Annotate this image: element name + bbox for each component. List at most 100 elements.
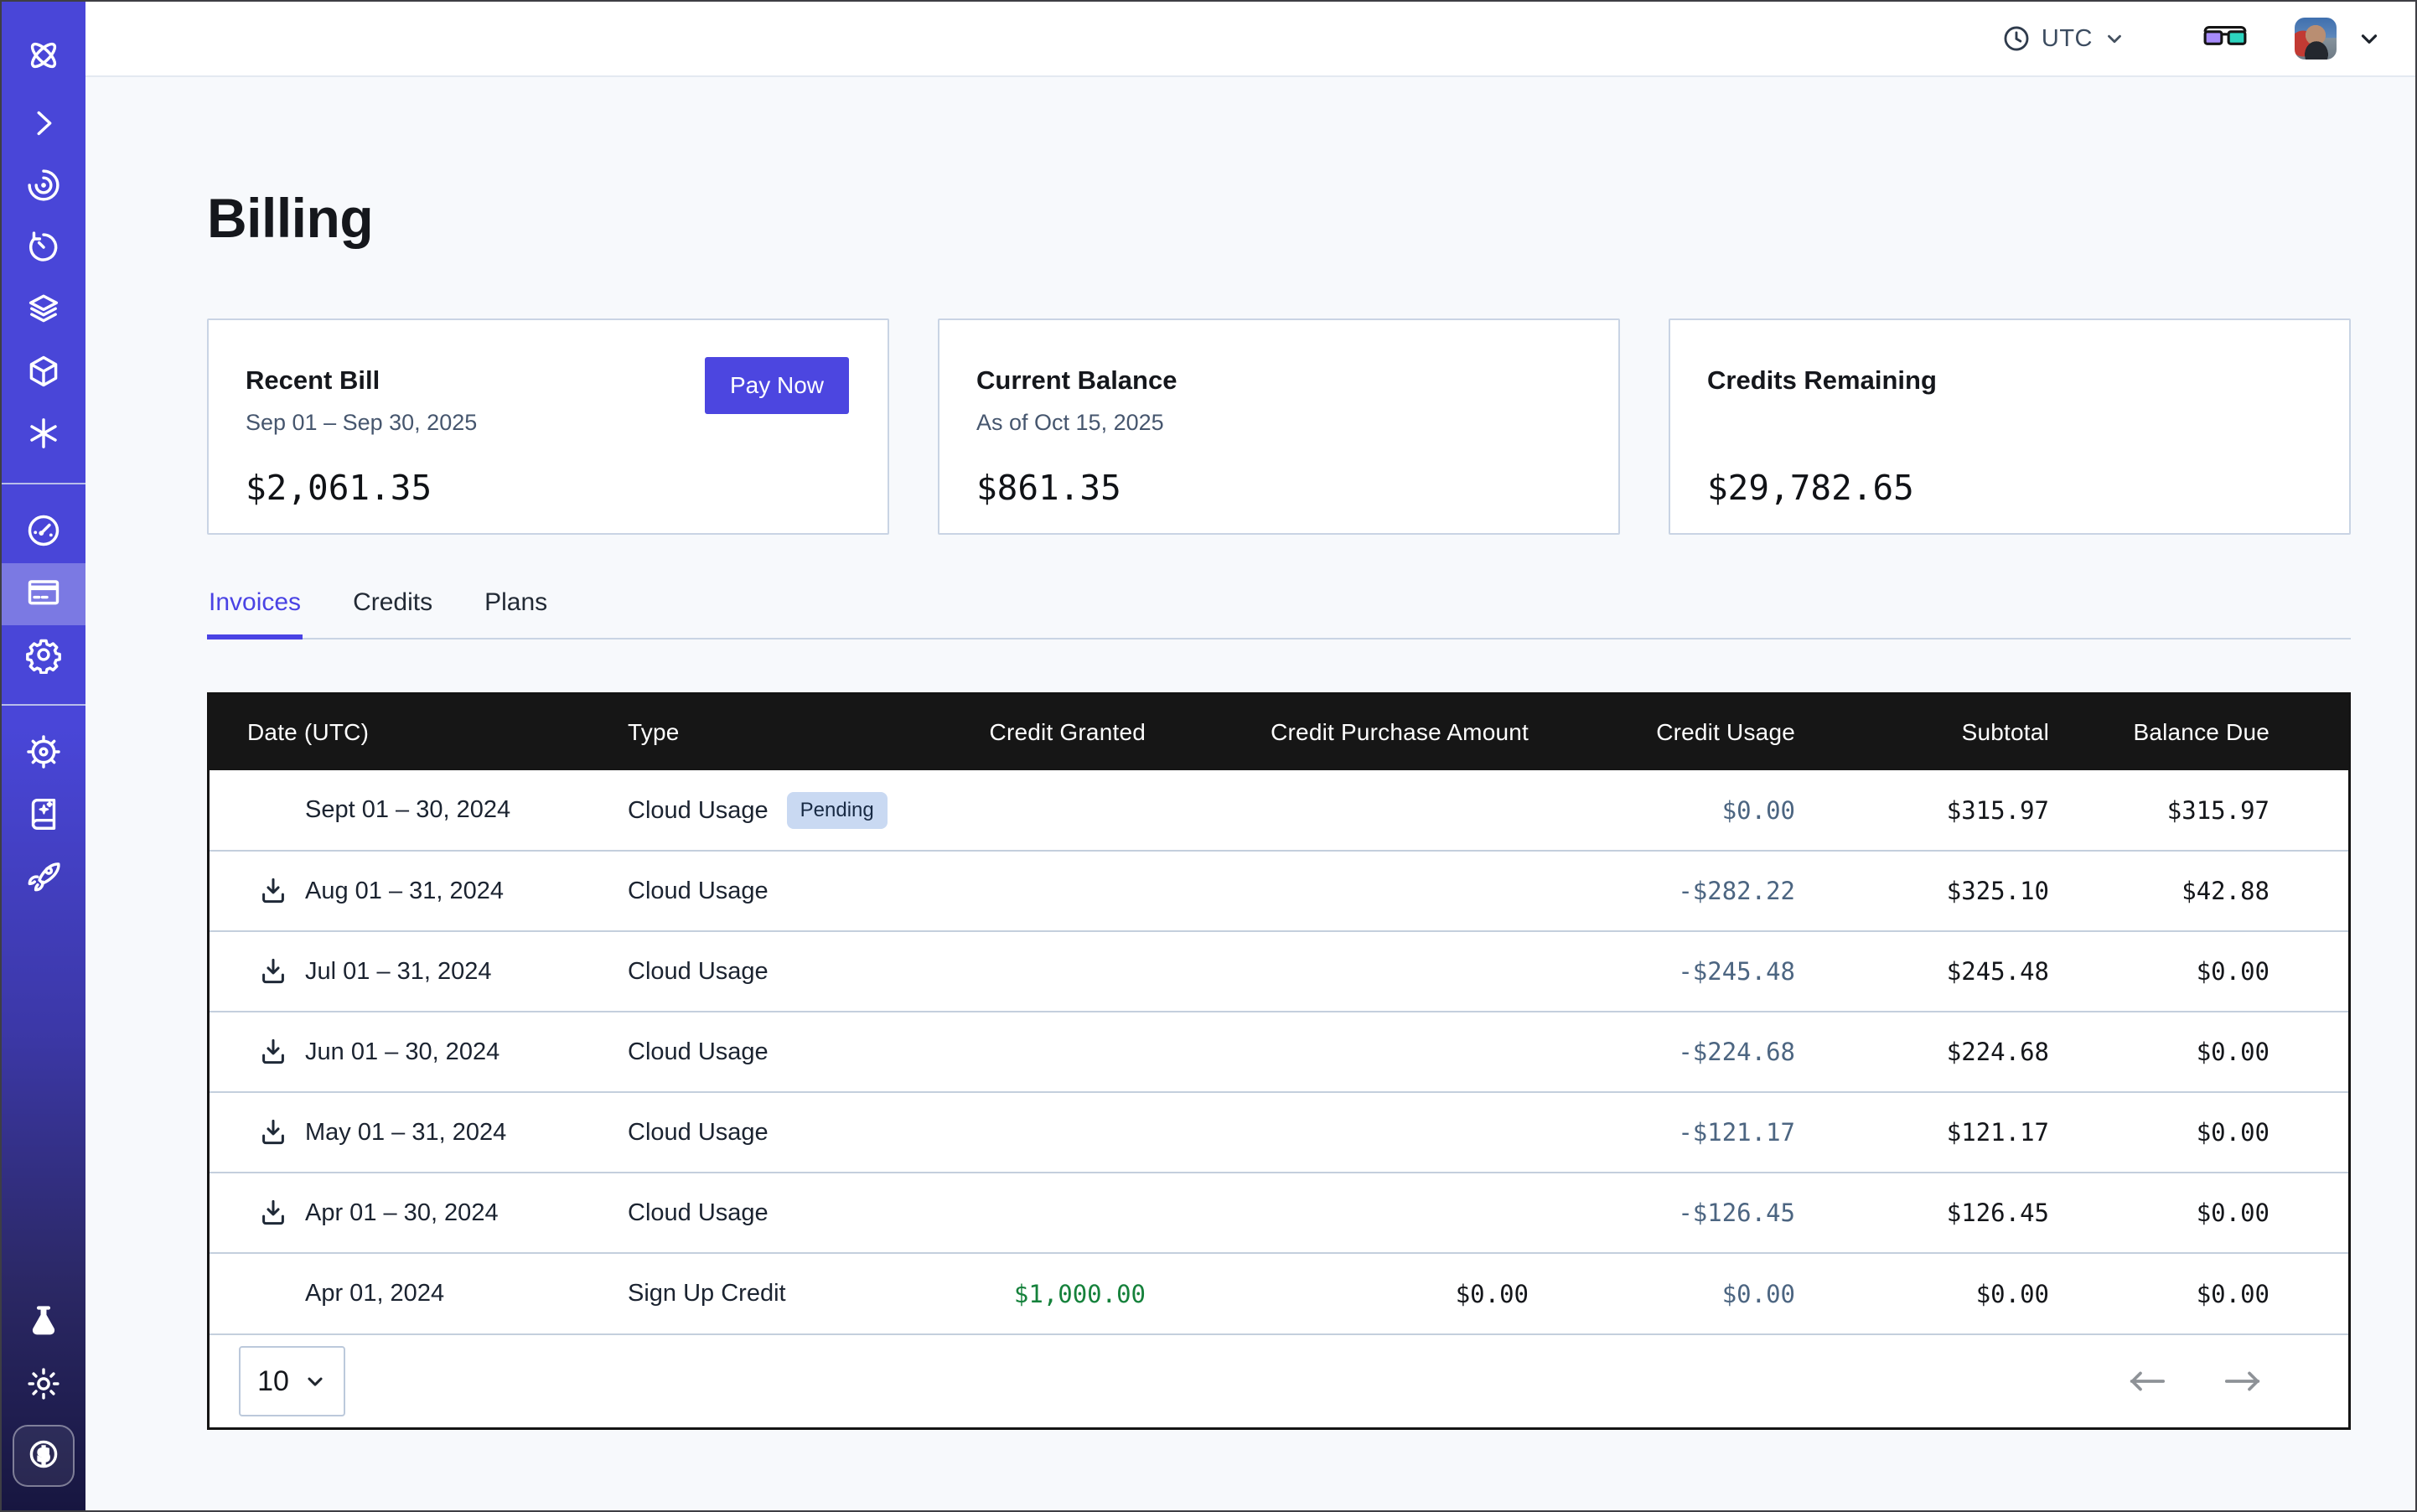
sidebar-bottom-group: $ — [2, 1292, 85, 1510]
table-row: Apr 01 – 30, 2024 Cloud Usage -$126.45 $… — [210, 1173, 2348, 1253]
card-amount: $29,782.65 — [1707, 468, 2312, 508]
timezone-selector[interactable]: UTC — [2002, 24, 2125, 53]
download-icon — [257, 1036, 289, 1068]
sidebar-item-packages[interactable] — [2, 342, 85, 404]
next-page-button[interactable] — [2223, 1370, 2263, 1393]
column-header: Type — [627, 695, 945, 770]
column-header: Subtotal — [1796, 695, 2050, 770]
sidebar-item-history[interactable] — [2, 218, 85, 280]
card-amount: $861.35 — [976, 468, 1581, 508]
invoice-date: May 01 – 31, 2024 — [305, 1119, 506, 1147]
sidebar-item-usage[interactable] — [2, 501, 85, 563]
credit-purchase-value — [1146, 931, 1529, 1012]
download-icon — [257, 1116, 289, 1148]
download-invoice-button[interactable] — [256, 1116, 290, 1149]
helm-icon — [24, 733, 63, 775]
download-invoice-button[interactable] — [256, 1035, 290, 1069]
layers-icon — [24, 290, 63, 333]
credit-usage-value: $0.00 — [1529, 770, 1796, 851]
app-logo-icon[interactable] — [2, 17, 85, 94]
chevron-right-icon — [24, 104, 63, 147]
user-avatar[interactable] — [2295, 18, 2337, 60]
sidebar-item-theme[interactable] — [2, 1354, 85, 1416]
credits-remaining-card: Credits Remaining $29,782.65 — [1669, 318, 2351, 535]
invoice-type: Cloud Usage — [628, 1119, 769, 1146]
tab-credits[interactable]: Credits — [351, 588, 434, 639]
credit-purchase-value — [1146, 770, 1529, 851]
invoices-table: Date (UTC)TypeCredit GrantedCredit Purch… — [207, 692, 2351, 1430]
account-menu-chevron-icon[interactable] — [2357, 26, 2382, 51]
column-header: Credit Granted — [945, 695, 1146, 770]
sidebar-item-helm[interactable] — [2, 722, 85, 784]
invoice-date: Aug 01 – 31, 2024 — [305, 878, 504, 905]
pay-now-button[interactable]: Pay Now — [705, 357, 849, 414]
topbar: UTC — [85, 2, 2415, 77]
sidebar-item-expand[interactable] — [2, 94, 85, 156]
balance-due-value: $0.00 — [2050, 1253, 2348, 1333]
page-title: Billing — [207, 186, 2351, 250]
sidebar-item-monitoring[interactable] — [2, 156, 85, 218]
sidebar-item-labs[interactable] — [2, 1292, 85, 1354]
table-row: Jul 01 – 31, 2024 Cloud Usage -$245.48 $… — [210, 931, 2348, 1012]
card-subtitle: As of Oct 15, 2025 — [976, 410, 1581, 438]
invoice-type: Cloud Usage — [628, 1038, 769, 1065]
main-area: UTC Billing Recent Bill Sep 01 – Sep 30,… — [85, 2, 2415, 1510]
invoice-date: Sept 01 – 30, 2024 — [305, 796, 510, 824]
card-subtitle — [1707, 410, 2312, 438]
credit-granted-value — [945, 1092, 1146, 1173]
table-header-row: Date (UTC)TypeCredit GrantedCredit Purch… — [210, 695, 2348, 770]
sidebar-item-billing[interactable] — [2, 563, 85, 625]
invoice-date: Jul 01 – 31, 2024 — [305, 958, 492, 986]
invoice-type: Cloud Usage — [628, 797, 769, 824]
invoice-type: Cloud Usage — [628, 1199, 769, 1226]
credit-usage-value: $0.00 — [1529, 1253, 1796, 1333]
sidebar-divider — [2, 704, 85, 706]
prev-page-button[interactable] — [2127, 1370, 2167, 1393]
sidebar-item-settings[interactable] — [2, 625, 85, 687]
credit-usage-value: -$282.22 — [1529, 851, 1796, 931]
view-mode-button[interactable] — [2202, 23, 2248, 54]
credit-usage-value: -$245.48 — [1529, 931, 1796, 1012]
subtotal-value: $315.97 — [1796, 770, 2050, 851]
sidebar-item-getting-started[interactable] — [2, 847, 85, 909]
credit-granted-value — [945, 1012, 1146, 1092]
tab-plans[interactable]: Plans — [483, 588, 549, 639]
table-row: May 01 – 31, 2024 Cloud Usage -$121.17 $… — [210, 1092, 2348, 1173]
credit-granted-value — [945, 931, 1146, 1012]
sidebar-item-layers[interactable] — [2, 280, 85, 342]
credit-purchase-value — [1146, 1012, 1529, 1092]
clock-icon — [2002, 24, 2031, 53]
sidebar-item-docs[interactable] — [2, 784, 85, 847]
subtotal-value: $224.68 — [1796, 1012, 2050, 1092]
download-invoice-button[interactable] — [256, 1196, 290, 1230]
page-size-select[interactable]: 10 — [239, 1346, 345, 1416]
balance-due-value: $0.00 — [2050, 1092, 2348, 1173]
dollar-badge-icon: $ — [24, 1435, 63, 1478]
card-title: Current Balance — [976, 365, 1581, 396]
credit-usage-value: -$126.45 — [1529, 1173, 1796, 1253]
balance-due-value: $0.00 — [2050, 931, 2348, 1012]
tab-invoices[interactable]: Invoices — [207, 588, 303, 639]
credit-purchase-value — [1146, 1173, 1529, 1253]
recent-bill-card: Recent Bill Sep 01 – Sep 30, 2025 $2,061… — [207, 318, 889, 535]
invoice-date: Apr 01, 2024 — [305, 1280, 444, 1307]
credit-card-icon — [24, 573, 63, 616]
sidebar: $ — [2, 2, 85, 1510]
download-icon — [257, 875, 289, 907]
svg-text:$: $ — [37, 1445, 49, 1466]
asterisk-icon — [24, 414, 63, 457]
table-row: Apr 01, 2024 Sign Up Credit $1,000.00 $0… — [210, 1253, 2348, 1333]
credit-granted-value — [945, 1173, 1146, 1253]
download-invoice-button[interactable] — [256, 955, 290, 988]
balance-due-value: $42.88 — [2050, 851, 2348, 931]
credit-purchase-value — [1146, 851, 1529, 931]
page-size-value: 10 — [257, 1365, 289, 1398]
credits-rewards-button[interactable]: $ — [13, 1425, 75, 1487]
column-header: Date (UTC) — [210, 695, 627, 770]
cube-icon — [24, 352, 63, 395]
invoice-type: Cloud Usage — [628, 958, 769, 985]
billing-page: Billing Recent Bill Sep 01 – Sep 30, 202… — [85, 77, 2415, 1510]
sidebar-item-services[interactable] — [2, 404, 85, 466]
card-amount: $2,061.35 — [246, 468, 851, 508]
download-invoice-button[interactable] — [256, 874, 290, 908]
